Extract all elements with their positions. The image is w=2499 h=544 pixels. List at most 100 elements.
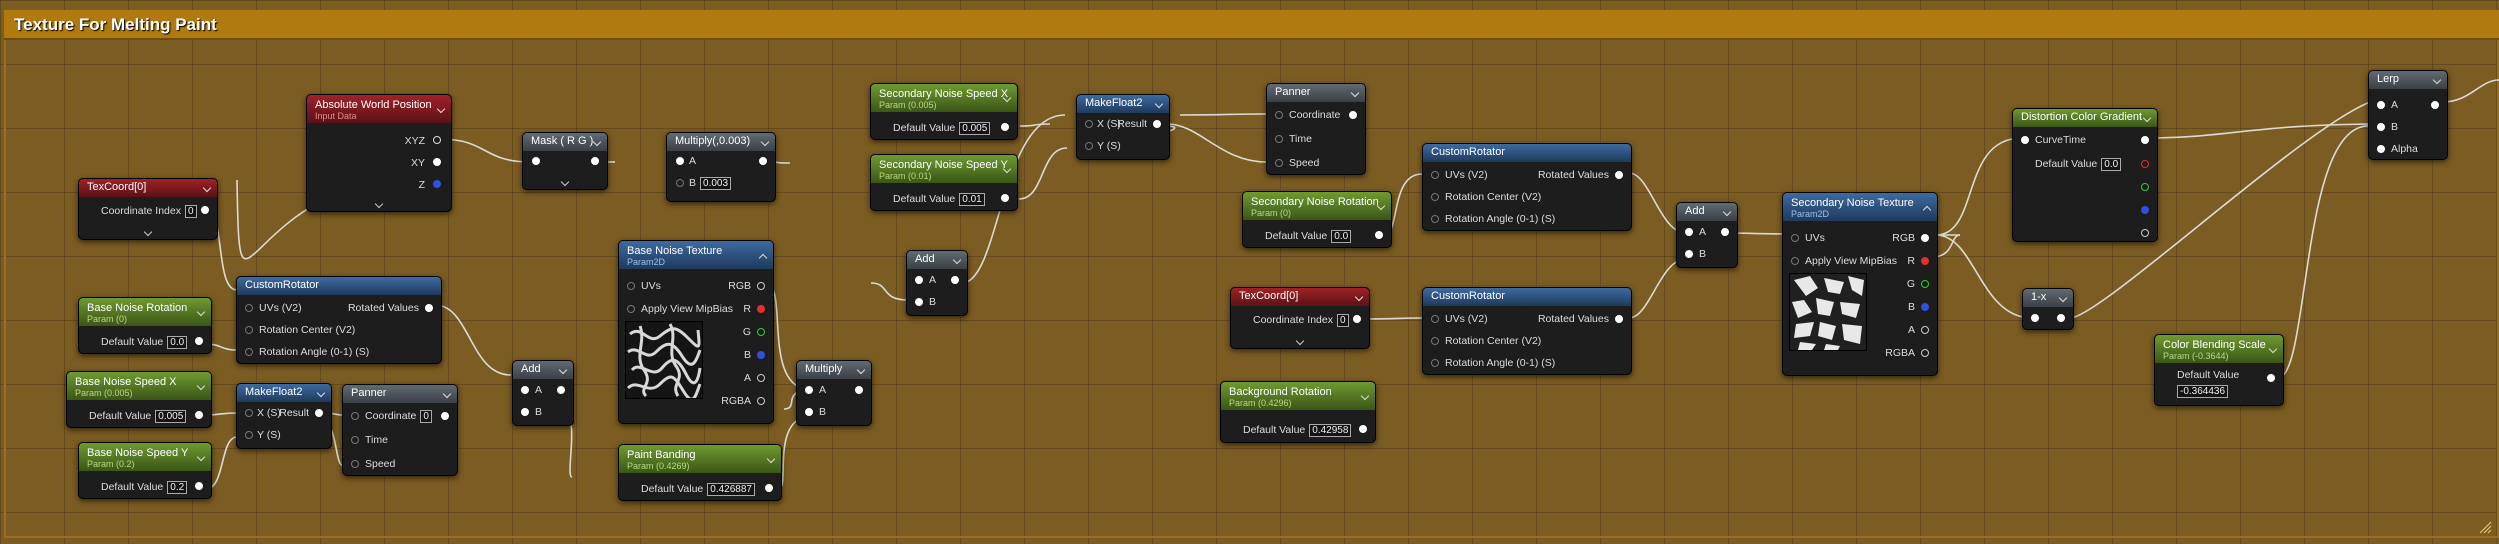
output-pin[interactable]: [757, 305, 765, 313]
input-pin[interactable]: [351, 412, 359, 420]
output-pin[interactable]: [557, 386, 565, 394]
makefloat2-node[interactable]: MakeFloat2 X (S) Result Y (S): [236, 383, 332, 449]
output-pin[interactable]: [2431, 101, 2439, 109]
output-pin[interactable]: [1921, 326, 1929, 334]
input-pin[interactable]: [2377, 101, 2385, 109]
distortion-color-gradient-node[interactable]: Distortion Color Gradient CurveTime Defa…: [2012, 108, 2158, 242]
add-node[interactable]: Add A B: [906, 250, 968, 316]
secondary-noise-texture-node[interactable]: Secondary Noise Texture Param2D UVs Apply…: [1782, 192, 1938, 376]
input-pin[interactable]: [1275, 159, 1283, 167]
node-header[interactable]: Panner: [343, 385, 457, 403]
output-pin[interactable]: [1375, 231, 1383, 239]
input-pin[interactable]: [1431, 359, 1439, 367]
input-pin[interactable]: [676, 179, 684, 187]
output-pin[interactable]: [1921, 280, 1929, 288]
input-pin[interactable]: [915, 276, 923, 284]
output-pin[interactable]: [1615, 171, 1623, 179]
custom-rotator-node[interactable]: CustomRotator UVs (V2) Rotated Values Ro…: [236, 276, 442, 364]
output-pin[interactable]: [1153, 120, 1161, 128]
output-pin[interactable]: [433, 136, 441, 144]
expand-chevron-icon[interactable]: [560, 177, 570, 187]
custom-rotator-node[interactable]: CustomRotator UVs (V2) Rotated Values Ro…: [1422, 143, 1632, 231]
input-pin[interactable]: [521, 386, 529, 394]
add-node[interactable]: Add A B: [1676, 202, 1738, 268]
node-header[interactable]: Absolute World Position Input Data: [307, 95, 451, 123]
input-pin[interactable]: [627, 282, 635, 290]
background-rotation-node[interactable]: Background Rotation Param (0.4296) Defaul…: [1220, 381, 1376, 443]
input-pin[interactable]: [1431, 193, 1439, 201]
one-minus-node[interactable]: 1-x: [2022, 288, 2074, 330]
input-pin[interactable]: [532, 157, 540, 165]
input-pin[interactable]: [2031, 314, 2039, 322]
param-value-field[interactable]: 0.0: [2101, 157, 2122, 171]
node-header[interactable]: Secondary Noise Texture Param2D: [1783, 193, 1937, 221]
expand-chevron-icon[interactable]: [1295, 336, 1305, 346]
input-pin[interactable]: [1275, 135, 1283, 143]
input-pin[interactable]: [245, 348, 253, 356]
param-value-field[interactable]: 0: [420, 409, 432, 423]
expand-chevron-icon[interactable]: [143, 227, 153, 237]
paint-banding-node[interactable]: Paint Banding Param (0.4269) Default Valu…: [618, 444, 782, 501]
output-pin[interactable]: [757, 374, 765, 382]
node-header[interactable]: MakeFloat2: [1077, 95, 1169, 113]
node-header[interactable]: Add: [1677, 203, 1737, 221]
output-pin[interactable]: [195, 482, 203, 490]
node-header[interactable]: Multiply: [797, 361, 871, 379]
input-pin[interactable]: [245, 304, 253, 312]
node-header[interactable]: 1-x: [2023, 289, 2073, 307]
input-pin[interactable]: [245, 409, 253, 417]
input-pin[interactable]: [1431, 337, 1439, 345]
output-pin[interactable]: [765, 484, 773, 492]
output-pin[interactable]: [195, 411, 203, 419]
color-blending-scale-node[interactable]: Color Blending Scale Param (-0.3644) Defa…: [2154, 334, 2284, 406]
input-pin[interactable]: [521, 408, 529, 416]
absolute-world-position-node[interactable]: Absolute World Position Input Data XYZ XY…: [306, 94, 452, 212]
node-header[interactable]: Add: [907, 251, 967, 269]
input-pin[interactable]: [627, 305, 635, 313]
base-noise-rotation-node[interactable]: Base Noise Rotation Param (0) Default Val…: [78, 297, 212, 354]
param-value-field[interactable]: 0.0: [1331, 229, 1352, 243]
input-pin[interactable]: [2377, 145, 2385, 153]
node-header[interactable]: Paint Banding Param (0.4269): [619, 445, 781, 473]
input-pin[interactable]: [915, 298, 923, 306]
output-pin[interactable]: [1921, 303, 1929, 311]
param-value-field[interactable]: 0.01: [959, 192, 985, 206]
param-value-field[interactable]: 0.42958: [1309, 423, 1352, 437]
output-pin[interactable]: [425, 304, 433, 312]
panner-node[interactable]: Panner Coordinate 0 Time Speed: [342, 384, 458, 476]
input-pin[interactable]: [1275, 111, 1283, 119]
node-header[interactable]: Background Rotation Param (0.4296): [1221, 382, 1375, 410]
node-header[interactable]: Color Blending Scale Param (-0.3644): [2155, 335, 2283, 363]
output-pin[interactable]: [433, 158, 441, 166]
node-header[interactable]: Base Noise Speed Y Param (0.2): [79, 443, 211, 471]
input-pin[interactable]: [676, 157, 684, 165]
node-header[interactable]: Base Noise Speed X Param (0.005): [67, 372, 211, 400]
output-pin[interactable]: [1615, 315, 1623, 323]
node-header[interactable]: MakeFloat2: [237, 384, 331, 402]
output-pin[interactable]: [2057, 314, 2065, 322]
node-header[interactable]: CustomRotator: [237, 277, 441, 295]
input-pin[interactable]: [1791, 257, 1799, 265]
material-graph-canvas[interactable]: Texture For Melting Paint TexCoord[0] Co…: [0, 0, 2499, 544]
output-pin[interactable]: [757, 328, 765, 336]
expand-chevron-icon[interactable]: [374, 199, 384, 209]
output-pin[interactable]: [759, 157, 767, 165]
output-pin[interactable]: [1721, 228, 1729, 236]
input-pin[interactable]: [1791, 234, 1799, 242]
output-pin[interactable]: [2141, 136, 2149, 144]
node-header[interactable]: Secondary Noise Rotation Param (0): [1243, 192, 1391, 220]
node-header[interactable]: Panner: [1267, 84, 1365, 102]
param-value-field[interactable]: 0: [184, 204, 197, 218]
input-pin[interactable]: [805, 408, 813, 416]
input-pin[interactable]: [805, 386, 813, 394]
input-pin[interactable]: [1085, 120, 1093, 128]
resize-grip-icon[interactable]: [2478, 520, 2492, 534]
input-pin[interactable]: [1685, 250, 1693, 258]
node-header[interactable]: Mask ( R G ): [523, 133, 607, 151]
param-value-field[interactable]: 0.0: [167, 335, 188, 349]
output-pin[interactable]: [1353, 315, 1361, 323]
output-pin[interactable]: [195, 337, 203, 345]
node-header[interactable]: Add: [513, 361, 573, 379]
param-value-field[interactable]: 0.426887: [707, 482, 755, 496]
base-noise-speed-x-node[interactable]: Base Noise Speed X Param (0.005) Default …: [66, 371, 212, 428]
